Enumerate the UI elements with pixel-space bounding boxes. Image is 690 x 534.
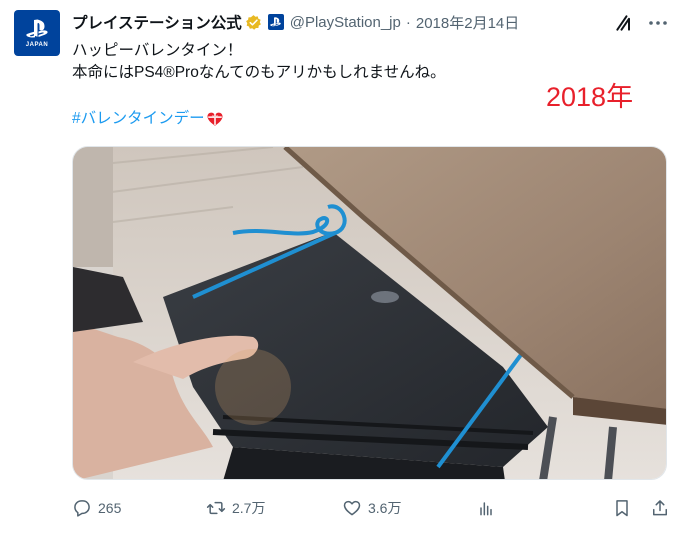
share-icon (653, 500, 667, 516)
heart-icon (343, 500, 361, 516)
grok-icon[interactable] (614, 13, 634, 33)
display-name[interactable]: プレイステーション公式 (72, 11, 242, 33)
post-text-line-1: ハッピーバレンタイン！ (72, 42, 243, 59)
avatar-label: JAPAN (25, 41, 49, 48)
post-text-line-2: 本命にはPS4®Proなんてのもアリかもしれませんね。 (72, 64, 446, 81)
action-bar: 265 2.7万 3.6万 (72, 494, 690, 524)
repost-button[interactable]: 2.7万 (206, 498, 265, 518)
separator: · (405, 13, 411, 31)
affiliate-badge-icon[interactable] (267, 14, 284, 30)
post-image[interactable] (72, 146, 667, 480)
photo-illustration (73, 147, 666, 479)
analytics-icon (480, 502, 492, 516)
repost-count: 2.7万 (232, 500, 266, 516)
handle[interactable]: @PlayStation_jp (290, 14, 401, 31)
post-date[interactable]: 2018年2月14日 (416, 12, 519, 33)
bookmark-icon (616, 500, 628, 517)
reply-icon (74, 500, 90, 517)
avatar[interactable]: JAPAN (14, 10, 60, 56)
reply-button[interactable]: 265 (72, 498, 121, 518)
bookmark-button[interactable] (612, 498, 632, 518)
views-button[interactable] (476, 498, 496, 518)
repost-icon (206, 501, 226, 515)
post-header: プレイステーション公式 @PlayStation_jp · 2018年2月14日 (72, 10, 690, 34)
hashtag-link[interactable]: #バレンタインデー (72, 108, 224, 130)
more-options-icon[interactable] (648, 16, 668, 30)
like-count: 3.6万 (368, 500, 402, 516)
heart-ribbon-emoji-icon (207, 112, 223, 126)
reply-count: 265 (98, 500, 122, 516)
verified-badge-icon (245, 14, 261, 30)
hashtag-text[interactable]: #バレンタインデー (72, 108, 205, 130)
share-button[interactable] (650, 498, 670, 518)
like-button[interactable]: 3.6万 (342, 498, 401, 518)
year-annotation: 2018年 (546, 82, 634, 112)
playstation-logo-icon (26, 19, 48, 37)
